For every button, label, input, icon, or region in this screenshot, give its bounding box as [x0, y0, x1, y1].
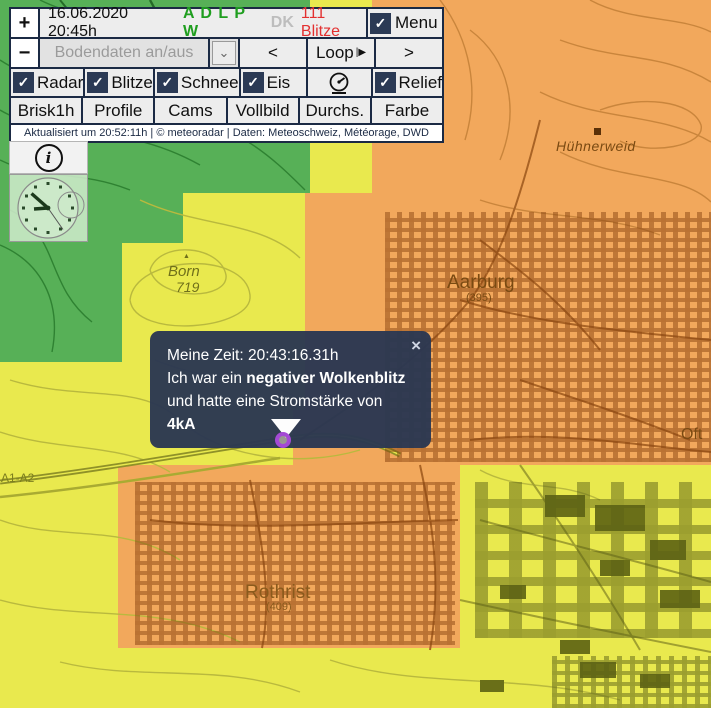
- toolbar: + 16.06.2020 20:45h A D L P W DK 111 Bli…: [9, 7, 444, 143]
- check-icon[interactable]: ✓: [157, 72, 178, 93]
- next-frame-button[interactable]: >: [376, 39, 442, 67]
- urban-texture-rothrist: [135, 482, 455, 645]
- chevron-down-icon[interactable]: ⌄: [212, 41, 236, 65]
- loop-button[interactable]: Loop |▶: [308, 39, 374, 67]
- zoom-in-button[interactable]: +: [11, 9, 38, 37]
- bodendaten-dropdown[interactable]: ⌄: [210, 39, 238, 67]
- clock-widget[interactable]: [9, 174, 88, 242]
- map-label-aarburg-elevation: (395): [466, 292, 492, 304]
- toggle-relief[interactable]: ✓ Relief: [373, 69, 442, 96]
- map-label-highway: A1-A2: [1, 471, 34, 485]
- toggle-blitze[interactable]: ✓ Blitze: [85, 69, 153, 96]
- map-label-aarburg: Aarburg: [447, 272, 515, 294]
- toggle-radar[interactable]: ✓ Radar: [11, 69, 83, 96]
- lightning-strike-marker[interactable]: [275, 432, 291, 448]
- analog-clock-icon: [10, 175, 87, 241]
- urban-texture-industrial: [475, 482, 711, 638]
- datetime-bar: 16.06.2020 20:45h A D L P W DK 111 Blitz…: [40, 9, 366, 37]
- info-button[interactable]: i: [9, 141, 88, 174]
- peak-icon: ▲: [183, 253, 190, 260]
- vollbild-button[interactable]: Vollbild: [228, 98, 298, 123]
- blitze-count: 111 Blitze: [301, 5, 366, 41]
- toggle-schnee[interactable]: ✓ Schnee: [155, 69, 239, 96]
- map-label-born-elevation: 719: [176, 279, 199, 295]
- check-icon[interactable]: ✓: [13, 72, 34, 93]
- check-icon[interactable]: ✓: [243, 72, 264, 93]
- toggle-eis-label: Eis: [267, 73, 291, 93]
- check-icon[interactable]: ✓: [87, 72, 108, 93]
- region-dk: DK: [271, 14, 294, 32]
- app-window: Hühnerweid Aarburg (395) Born 719 ▲ Roth…: [0, 0, 711, 708]
- map-label-oftringen: Oft: [681, 426, 702, 444]
- menu-toggle[interactable]: ✓ Menu: [368, 9, 442, 37]
- toggle-schnee-label: Schnee: [181, 73, 239, 93]
- info-icon: i: [35, 144, 63, 172]
- check-icon[interactable]: ✓: [375, 72, 396, 93]
- map-label-rothrist-elevation: (409): [266, 601, 292, 613]
- urban-texture-bottom: [552, 656, 711, 708]
- durchs-button[interactable]: Durchs.: [300, 98, 370, 123]
- datetime-label: 16.06.2020 20:45h: [48, 5, 176, 41]
- tooltip-time-line: Meine Zeit: 20:43:16.31h: [167, 344, 415, 367]
- toggle-radar-label: Radar: [37, 73, 83, 93]
- check-icon[interactable]: ✓: [370, 13, 391, 34]
- farbe-button[interactable]: Farbe: [372, 98, 442, 123]
- map-label-born: Born: [168, 263, 200, 280]
- bodendaten-button[interactable]: Bodendaten an/aus: [40, 39, 208, 67]
- gauge-icon: [324, 71, 354, 95]
- close-icon[interactable]: ×: [411, 334, 421, 357]
- cams-button[interactable]: Cams: [155, 98, 225, 123]
- prev-frame-button[interactable]: <: [240, 39, 306, 67]
- map-label-huehnerweid: Hühnerweid: [556, 138, 636, 154]
- menu-label: Menu: [395, 13, 438, 33]
- attribution-bar: Aktualisiert um 20:52:11h | © meteoradar…: [11, 125, 442, 141]
- toggle-relief-label: Relief: [399, 73, 442, 93]
- toggle-eis[interactable]: ✓ Eis: [241, 69, 306, 96]
- zoom-out-button[interactable]: −: [11, 39, 38, 67]
- region-letters: A D L P W: [183, 5, 264, 41]
- profile-button[interactable]: Profile: [83, 98, 153, 123]
- house-icon: [594, 128, 601, 135]
- loop-label: Loop: [316, 43, 354, 63]
- brisk1h-button[interactable]: Brisk1h: [11, 98, 81, 123]
- toggle-blitze-label: Blitze: [111, 73, 153, 93]
- urban-texture-aarburg: [385, 212, 711, 462]
- gauge-button[interactable]: [308, 69, 371, 96]
- tooltip-type-line: Ich war ein negativer Wolkenblitz: [167, 367, 415, 390]
